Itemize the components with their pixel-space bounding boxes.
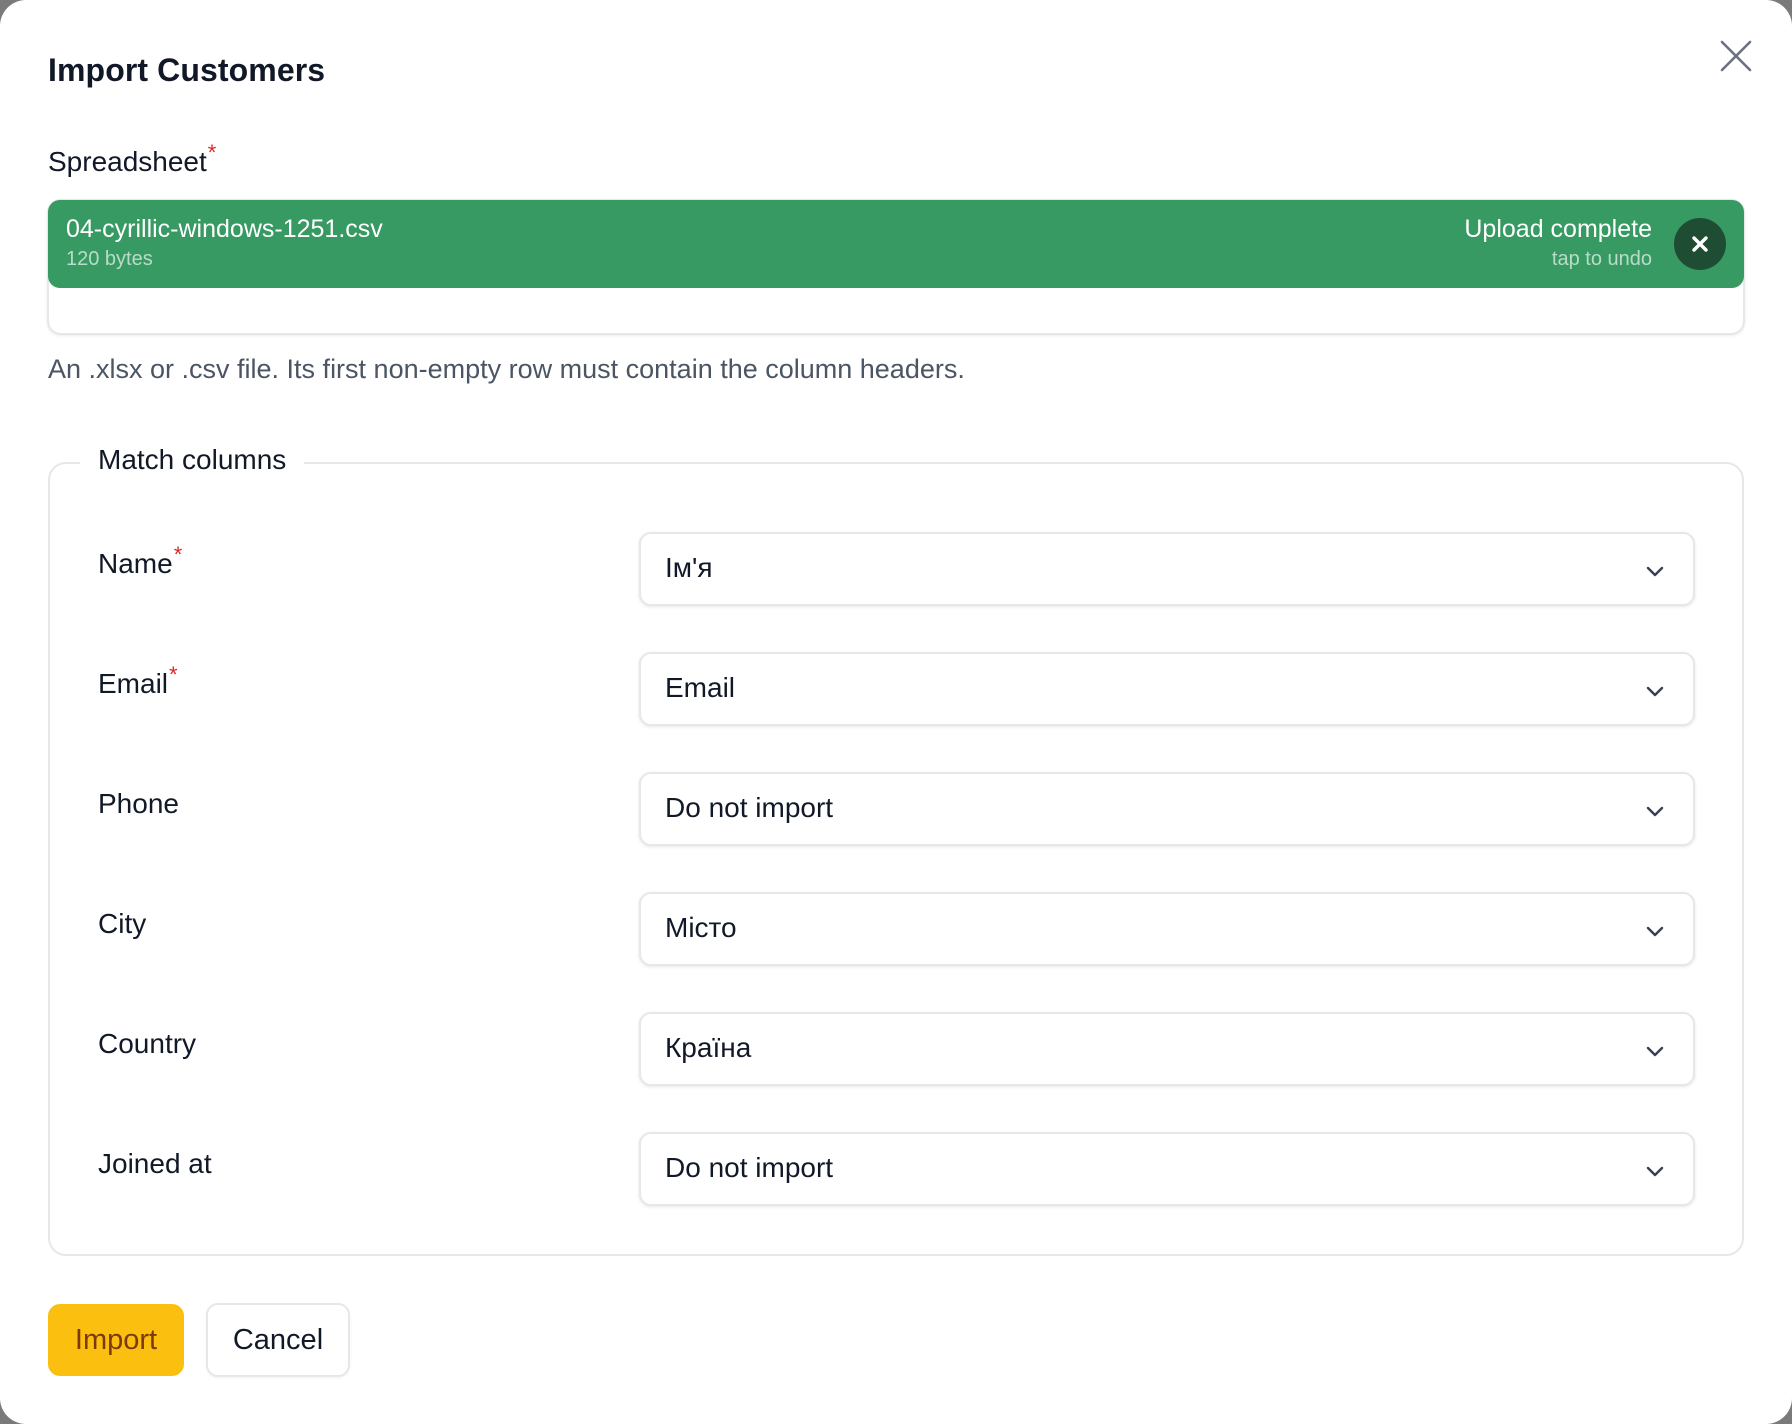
city-label-text: City xyxy=(98,908,147,939)
email-label-text: Email xyxy=(98,668,169,699)
required-mark: * xyxy=(169,662,178,687)
phone-select-value: Do not import xyxy=(665,792,834,823)
spreadsheet-label: Spreadsheet* xyxy=(48,140,216,178)
country-label-text: Country xyxy=(98,1028,197,1059)
chevron-down-icon xyxy=(1646,686,1664,697)
chevron-down-icon xyxy=(1646,1166,1664,1177)
upload-status: Upload complete xyxy=(1464,215,1652,243)
joined-at-label-text: Joined at xyxy=(98,1148,212,1179)
joined-at-field-label: Joined at xyxy=(98,1148,212,1180)
email-field-label: Email* xyxy=(98,662,178,700)
phone-field-label: Phone xyxy=(98,788,179,820)
email-column-select[interactable]: Email xyxy=(639,652,1695,726)
close-icon xyxy=(1720,40,1752,72)
uploaded-file-bar: 04-cyrillic-windows-1251.csv 120 bytes U… xyxy=(48,200,1744,288)
chevron-down-icon xyxy=(1646,926,1664,937)
country-column-select[interactable]: Країна xyxy=(639,1012,1695,1086)
joined-at-column-select[interactable]: Do not import xyxy=(639,1132,1695,1206)
spreadsheet-help-text: An .xlsx or .csv file. Its first non-emp… xyxy=(48,354,965,384)
name-field-label: Name* xyxy=(98,542,182,580)
import-customers-dialog: Import Customers Spreadsheet* 04-cyrilli… xyxy=(0,0,1792,1424)
chevron-down-icon xyxy=(1646,806,1664,817)
x-icon xyxy=(1692,236,1708,252)
phone-label-text: Phone xyxy=(98,788,179,819)
match-columns-legend: Match columns xyxy=(80,444,305,476)
phone-column-select[interactable]: Do not import xyxy=(639,772,1695,846)
email-select-value: Email xyxy=(665,672,736,703)
undo-upload-button[interactable] xyxy=(1674,218,1726,270)
upload-status-hint: tap to undo xyxy=(1551,248,1652,270)
required-mark: * xyxy=(207,140,217,165)
close-button[interactable] xyxy=(1716,36,1756,76)
city-select-value: Місто xyxy=(665,912,737,943)
name-column-select[interactable]: Ім'я xyxy=(639,532,1695,606)
name-select-value: Ім'я xyxy=(665,552,713,583)
chevron-down-icon xyxy=(1646,566,1664,577)
country-select-value: Країна xyxy=(665,1032,752,1063)
file-name: 04-cyrillic-windows-1251.csv xyxy=(66,215,383,243)
country-field-label: Country xyxy=(98,1028,196,1060)
file-size: 120 bytes xyxy=(66,248,153,270)
joined-at-select-value: Do not import xyxy=(665,1152,834,1183)
required-mark: * xyxy=(173,542,183,567)
city-field-label: City xyxy=(98,908,146,940)
chevron-down-icon xyxy=(1646,1046,1664,1057)
dialog-title: Import Customers xyxy=(48,52,326,88)
name-label-text: Name xyxy=(98,548,173,579)
import-button[interactable]: Import xyxy=(48,1304,184,1376)
cancel-button[interactable]: Cancel xyxy=(206,1303,350,1377)
spreadsheet-label-text: Spreadsheet xyxy=(48,146,207,177)
city-column-select[interactable]: Місто xyxy=(639,892,1695,966)
